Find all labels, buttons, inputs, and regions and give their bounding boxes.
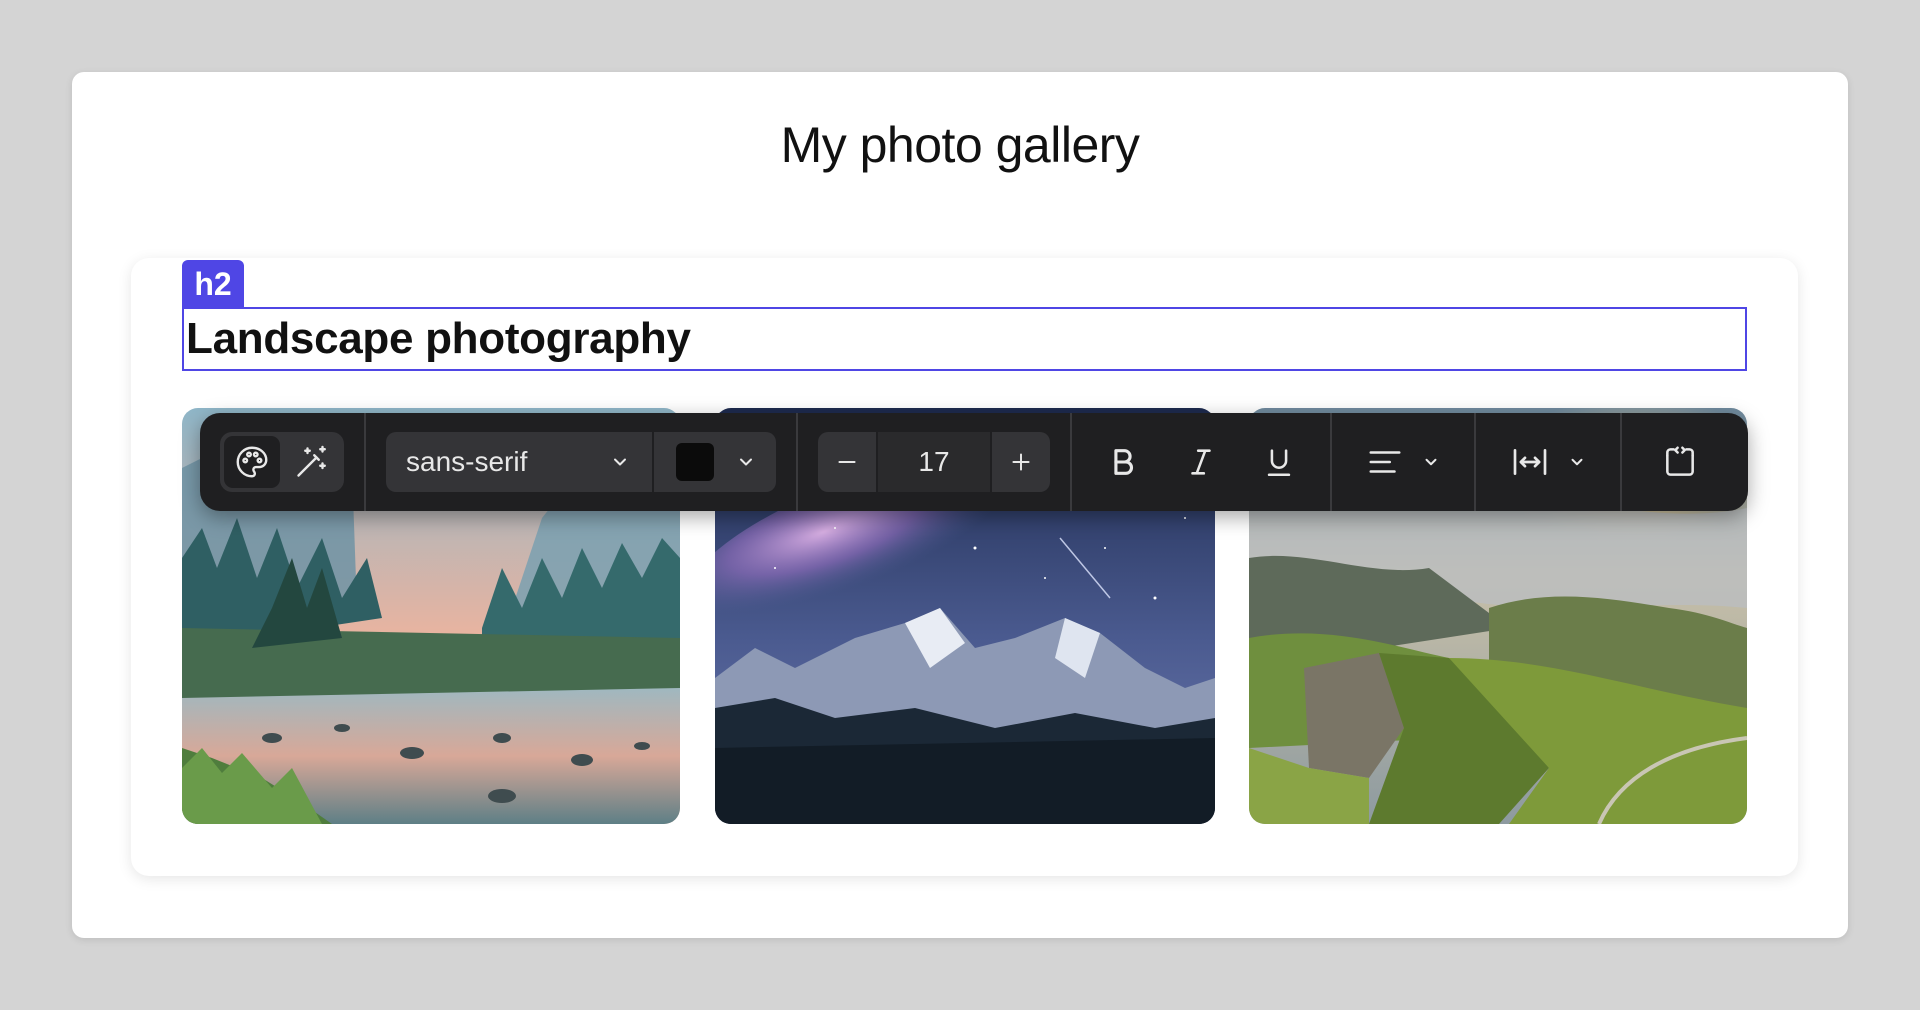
underline-icon	[1267, 449, 1291, 477]
section-heading[interactable]: Landscape photography	[184, 314, 691, 364]
letter-spacing-icon	[1513, 449, 1547, 475]
chevron-down-icon	[1571, 458, 1583, 466]
text-align-dropdown[interactable]	[1360, 432, 1446, 492]
font-size-stepper: 17	[818, 432, 1050, 492]
bold-button[interactable]	[1093, 432, 1153, 492]
code-block-icon	[1666, 446, 1694, 476]
font-family-value: sans-serif	[406, 446, 528, 477]
decrease-font-size-button[interactable]	[818, 432, 876, 492]
align-left-icon	[1369, 451, 1401, 473]
element-tag-badge: h2	[182, 260, 244, 308]
chevron-down-icon	[740, 458, 752, 466]
bold-icon	[1114, 449, 1133, 475]
underline-button[interactable]	[1249, 432, 1309, 492]
text-color-select[interactable]	[654, 432, 776, 492]
letter-spacing-dropdown[interactable]	[1504, 432, 1592, 492]
magic-wand-icon	[297, 445, 326, 477]
minus-icon	[838, 461, 856, 463]
font-size-input[interactable]: 17	[878, 432, 990, 492]
page-title: My photo gallery	[780, 117, 1140, 173]
formatting-toolbar: sans-serif 17	[200, 413, 1748, 511]
style-mode-button[interactable]	[224, 436, 280, 488]
code-block-button[interactable]	[1650, 432, 1710, 492]
chevron-down-icon	[1425, 458, 1437, 466]
font-family-select[interactable]: sans-serif	[386, 432, 652, 492]
ai-mode-button[interactable]	[284, 436, 340, 488]
text-color-swatch	[676, 443, 714, 481]
italic-icon	[1191, 449, 1211, 475]
mode-toggle-group	[220, 432, 344, 492]
selected-heading[interactable]: Landscape photography	[182, 307, 1747, 371]
italic-button[interactable]	[1171, 432, 1231, 492]
increase-font-size-button[interactable]	[992, 432, 1050, 492]
chevron-down-icon	[614, 458, 626, 466]
palette-icon	[236, 446, 268, 478]
plus-icon	[1012, 453, 1030, 471]
